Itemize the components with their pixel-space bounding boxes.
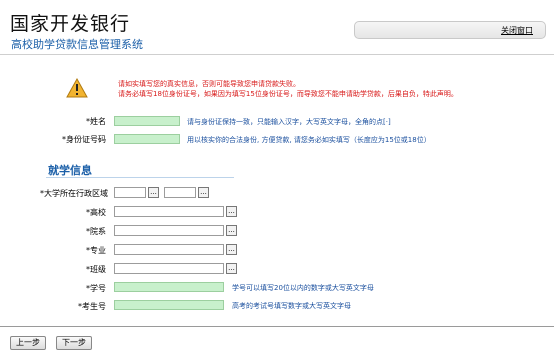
school-label-text: 高校 [90,208,106,217]
id-number-input[interactable] [114,134,180,144]
class-picker-button[interactable]: ... [226,263,237,274]
region-province-picker-button[interactable]: ... [148,187,159,198]
department-label-text: 院系 [90,227,106,236]
region-city-picker-button[interactable]: ... [198,187,209,198]
class-label-text: 班级 [90,265,106,274]
warning-icon [66,78,88,98]
student-no-label-text: 学号 [90,284,106,293]
name-hint: 请与身份证保持一致，只能输入汉字，大写英文字母，全角的点[·] [187,118,391,126]
exam-no-input[interactable] [114,300,224,310]
name-label: *姓名 [86,116,106,127]
header-divider [0,54,554,55]
id-number-hint: 用以核实你的合法身份, 方便贷款, 请您务必如实填写（长度应为15位或18位） [187,136,431,144]
school-picker-button[interactable]: ... [226,206,237,217]
bank-name: 国家开发银行 [10,13,131,35]
region-city-input[interactable] [164,187,196,198]
close-window-link[interactable]: 关闭窗口 [501,25,533,36]
section-divider [46,177,234,178]
name-input[interactable] [114,116,180,126]
department-label: *院系 [80,226,106,237]
region-label-text: 大学所在行政区域 [44,189,108,198]
region-label: *大学所在行政区域 [40,188,108,199]
student-no-input[interactable] [114,282,224,292]
class-label: *班级 [80,264,106,275]
warning-text-line2: 请务必填写18位身份证号，如果因为填写15位身份证号，而导致您不能申请助学贷款，… [118,90,458,98]
close-bar: 关闭窗口 [354,21,546,39]
school-input[interactable] [114,206,224,217]
exam-no-label-text: 考生号 [82,302,106,311]
major-label: *专业 [80,245,106,256]
region-province-input[interactable] [114,187,146,198]
student-no-hint: 学号可以填写20位以内的数字或大写英文字母 [232,284,374,292]
major-input[interactable] [114,244,224,255]
id-number-label: *身份证号码 [60,134,106,145]
exam-no-hint: 高考的考试号填写数字或大写英文字母 [232,302,351,310]
exam-no-label: *考生号 [74,301,106,312]
major-picker-button[interactable]: ... [226,244,237,255]
school-label: *高校 [80,207,106,218]
department-input[interactable] [114,225,224,236]
next-step-button[interactable]: 下一步 [56,336,92,350]
warning-text-line1: 请如实填写您的真实信息，否则可能导致您申请贷款失败。 [118,80,300,88]
section-title: 就学信息 [48,164,92,177]
id-number-label-text: 身份证号码 [66,135,106,144]
prev-step-button[interactable]: 上一步 [10,336,46,350]
department-picker-button[interactable]: ... [226,225,237,236]
major-label-text: 专业 [90,246,106,255]
student-no-label: *学号 [80,283,106,294]
system-name: 高校助学贷款信息管理系统 [11,38,143,51]
class-input[interactable] [114,263,224,274]
footer-divider [0,326,554,327]
name-label-text: 姓名 [90,117,106,126]
